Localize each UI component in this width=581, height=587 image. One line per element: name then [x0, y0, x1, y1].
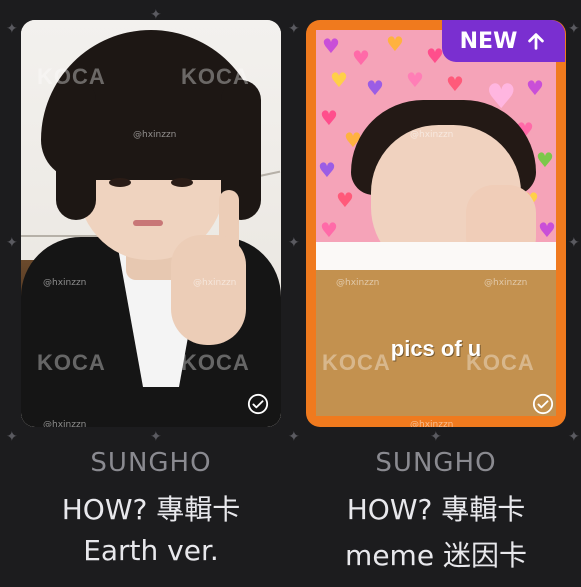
photocard-meme-ver[interactable]: ♥ ♥ ♥ ♥ ♥ ♥ ♥ ♥ ♥ ♥ ♥ ♥ ♥ ♥ ♥ ♥ ♥ ♥ ♥ ♥ … [306, 20, 566, 427]
sparkle-icon: ✦ [288, 235, 300, 251]
check-circle-icon[interactable] [532, 393, 554, 415]
sparkle-icon: ✦ [6, 21, 18, 37]
watermark-handle: @hxinzzn [43, 420, 87, 427]
watermark-logo: KOCA [181, 350, 250, 375]
heart-icon: ♥ [336, 188, 354, 212]
watermark-handle: @hxinzzn [484, 278, 528, 288]
arrow-up-icon [528, 33, 545, 50]
member-name: SUNGHO [375, 448, 497, 478]
watermark-logo: KOCA [466, 350, 535, 375]
heart-icon: ♥ [318, 158, 336, 182]
watermark-handle: @hxinzzn [410, 130, 454, 140]
sparkle-icon: ✦ [6, 235, 18, 251]
watermark-logo: KOCA [37, 350, 106, 375]
heart-icon: ♥ [322, 34, 340, 58]
heart-icon: ♥ [366, 76, 384, 100]
member-name: SUNGHO [90, 448, 212, 478]
sparkle-icon: ✦ [288, 21, 300, 37]
sparkle-icon: ✦ [568, 21, 580, 37]
watermark-handle: @hxinzzn [43, 278, 87, 288]
heart-icon: ♥ [320, 106, 338, 130]
watermark-logo: KOCA [322, 350, 391, 375]
heart-icon: ♥ [538, 218, 556, 242]
meme-caption-area: pics of u [316, 270, 556, 416]
heart-icon: ♥ [526, 76, 544, 100]
heart-icon: ♥ [406, 68, 424, 92]
new-badge-label: NEW [459, 28, 518, 54]
new-badge: NEW [442, 20, 565, 62]
sparkle-icon: ✦ [568, 429, 580, 445]
heart-icon: ♥ [446, 72, 464, 96]
hand-shape [171, 235, 246, 345]
heart-icon: ♥ [386, 32, 404, 56]
photocard-earth-ver[interactable]: KOCA KOCA KOCA KOCA @hxinzzn @hxinzzn @h… [21, 20, 281, 427]
watermark-handle: @hxinzzn [410, 420, 454, 427]
watermark-handle: @hxinzzn [133, 130, 177, 140]
sparkle-icon: ✦ [150, 429, 162, 445]
heart-icon: ♥ [330, 68, 348, 92]
sparkle-icon: ✦ [430, 429, 442, 445]
watermark-logo: KOCA [37, 64, 106, 89]
heart-icon: ♥ [352, 46, 370, 70]
card-version: meme 迷因卡 [345, 539, 527, 572]
heart-icon: ♥ [536, 148, 554, 172]
card-title: HOW? 專輯卡 [346, 493, 526, 526]
card-title: HOW? 專輯卡 [61, 493, 241, 526]
sparkle-icon: ✦ [288, 429, 300, 445]
watermark-handle: @hxinzzn [193, 278, 237, 288]
heart-icon: ♥ [320, 218, 338, 242]
sparkle-icon: ✦ [568, 235, 580, 251]
check-circle-icon[interactable] [247, 393, 269, 415]
card-version: Earth ver. [83, 534, 219, 567]
watermark-logo: KOCA [181, 64, 250, 89]
photocard-image: ♥ ♥ ♥ ♥ ♥ ♥ ♥ ♥ ♥ ♥ ♥ ♥ ♥ ♥ ♥ ♥ ♥ ♥ ♥ ♥ [316, 30, 556, 270]
sparkle-icon: ✦ [6, 429, 18, 445]
watermark-handle: @hxinzzn [336, 278, 380, 288]
